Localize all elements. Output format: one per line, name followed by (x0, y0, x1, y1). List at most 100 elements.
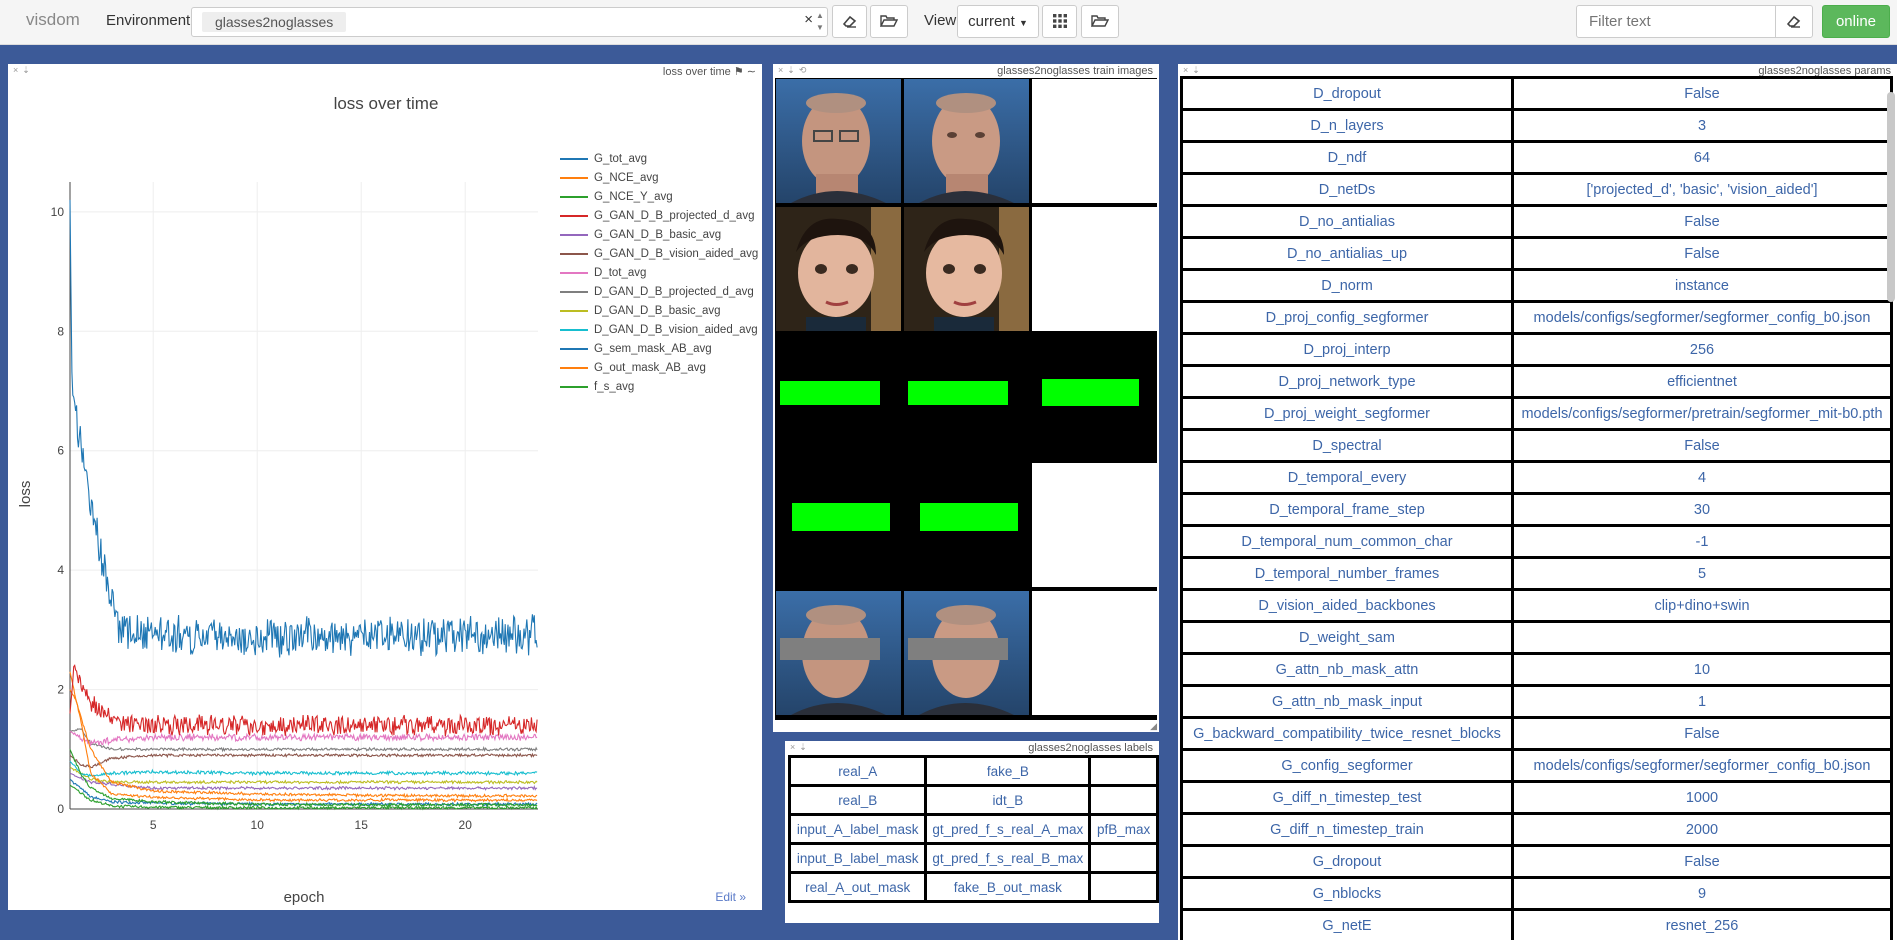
image-pfb-max (1032, 335, 1157, 459)
label-cell (1091, 758, 1156, 784)
param-row: G_diff_n_timestep_train 2000 (1183, 815, 1890, 844)
loss-chart-window[interactable]: ×⇣ loss over time ⚑ ∼ 0 2 4 6 8 10 5 10 15 20 loss… (8, 64, 762, 910)
window-controls[interactable]: ×⇣ (1183, 65, 1204, 76)
download-icon[interactable]: ⇣ (1192, 65, 1204, 75)
x-tick-label: 5 (150, 818, 157, 832)
param-row: D_temporal_every 4 (1183, 463, 1890, 492)
param-value: 256 (1514, 335, 1890, 364)
legend-item[interactable]: G_GAN_D_B_vision_aided_avg (560, 244, 758, 263)
labels-table: real_A fake_B real_B idt_B input_A_label_mas… (788, 755, 1159, 903)
param-key: G_diff_n_timestep_test (1183, 783, 1511, 812)
view-select-value: current (968, 13, 1015, 30)
param-value: False (1514, 239, 1890, 268)
legend-label: G_sem_mask_AB_avg (594, 342, 712, 355)
param-value: False (1514, 847, 1890, 876)
param-row: G_attn_nb_mask_attn 10 (1183, 655, 1890, 684)
param-value: False (1514, 719, 1890, 748)
param-row: G_netE resnet_256 (1183, 911, 1890, 940)
manage-views-button[interactable] (1081, 5, 1119, 38)
legend-item[interactable]: D_GAN_D_B_basic_avg (560, 301, 758, 320)
image-empty (1032, 591, 1157, 715)
legend-item[interactable]: G_GAN_D_B_basic_avg (560, 225, 758, 244)
mask-region (908, 381, 1008, 405)
y-tick-label: 8 (57, 324, 64, 338)
legend-item[interactable]: G_sem_mask_AB_avg (560, 339, 758, 358)
param-value: 5 (1514, 559, 1890, 588)
filter-text-input[interactable] (1576, 5, 1776, 38)
window-controls[interactable]: ×⇣⟲ (778, 65, 810, 76)
download-icon[interactable]: ⇣ (799, 742, 811, 752)
eraser-icon (842, 15, 856, 28)
mask-region (920, 503, 1018, 531)
legend-label: D_GAN_D_B_basic_avg (594, 304, 721, 317)
image-gt-pred-real-a (904, 335, 1029, 459)
image-grid (775, 78, 1157, 720)
reset-icon[interactable]: ⟲ (799, 65, 811, 75)
legend-swatch (560, 195, 588, 198)
legend-item[interactable]: G_NCE_avg (560, 168, 758, 187)
label-cell: input_B_label_mask (791, 845, 925, 871)
params-scrollbar[interactable] (1887, 92, 1895, 302)
legend-item[interactable]: G_tot_avg (560, 149, 758, 168)
repack-grid-button[interactable] (1042, 5, 1077, 38)
window-controls[interactable]: ×⇣ (790, 742, 811, 753)
clear-environment-button[interactable]: × (804, 11, 813, 28)
edit-chart-link[interactable]: Edit » (715, 890, 746, 904)
legend-item[interactable]: D_GAN_D_B_vision_aided_avg (560, 320, 758, 339)
legend-item[interactable]: D_tot_avg (560, 263, 758, 282)
window-title: glasses2noglasses labels (1028, 742, 1153, 754)
legend-item[interactable]: D_GAN_D_B_projected_d_avg (560, 282, 758, 301)
connection-status-button[interactable]: online (1822, 5, 1890, 38)
legend-label: G_GAN_D_B_basic_avg (594, 228, 722, 241)
face-man-glasses-image (776, 79, 901, 203)
legend-item[interactable]: G_NCE_Y_avg (560, 187, 758, 206)
clear-filter-button[interactable] (1775, 5, 1813, 38)
param-value: 3 (1514, 111, 1890, 140)
environment-select[interactable]: glasses2noglasses × ▲ ▼ (191, 7, 828, 37)
labels-window[interactable]: ×⇣ glasses2noglasses labels real_A fake_B… (785, 741, 1159, 923)
manage-environment-button[interactable] (870, 5, 908, 38)
param-row: D_norm instance (1183, 271, 1890, 300)
legend-item[interactable]: f_s_avg (560, 377, 758, 396)
download-icon[interactable]: ⇣ (787, 65, 799, 75)
window-titlebar[interactable]: ×⇣ glasses2noglasses labels (785, 741, 1159, 755)
legend-swatch (560, 233, 588, 236)
y-axis-label: loss (17, 481, 34, 508)
params-window[interactable]: ×⇣ glasses2noglasses params D_dropout Fal… (1178, 64, 1897, 940)
label-cell (1091, 874, 1156, 900)
legend-swatch (560, 271, 588, 274)
series-line-G_GAN_D_B_vision_aided_avg (69, 752, 538, 769)
environment-tag[interactable]: glasses2noglasses (202, 12, 347, 32)
close-icon[interactable]: × (790, 742, 799, 752)
resize-handle-icon[interactable]: ◢ (1150, 721, 1157, 732)
param-value: instance (1514, 271, 1890, 300)
view-select-button[interactable]: current ▼ (957, 5, 1039, 38)
close-icon[interactable]: × (1183, 65, 1192, 75)
label-row: real_A_out_mask fake_B_out_mask (791, 874, 1156, 900)
legend-label: G_tot_avg (594, 152, 648, 165)
legend-swatch (560, 309, 588, 312)
chart-legend[interactable]: G_tot_avg G_NCE_avg G_NCE_Y_avg G_GAN_D_B_p… (560, 149, 758, 396)
series-line-G_NCE_Y_avg (69, 749, 538, 808)
legend-item[interactable]: G_GAN_D_B_projected_d_avg (560, 206, 758, 225)
environment-spinner-icon[interactable]: ▲ ▼ (815, 10, 825, 34)
param-key: D_n_layers (1183, 111, 1511, 140)
legend-item[interactable]: G_out_mask_AB_avg (560, 358, 758, 377)
window-titlebar[interactable]: ×⇣⟲ glasses2noglasses train images (773, 64, 1159, 78)
image-empty (1032, 207, 1157, 331)
clear-environment-eraser-button[interactable] (832, 5, 867, 38)
grid-icon (1052, 14, 1067, 28)
param-row: D_no_antialias_up False (1183, 239, 1890, 268)
x-tick-label: 20 (459, 818, 473, 832)
train-images-window[interactable]: ×⇣⟲ glasses2noglasses train images ◢ (773, 64, 1159, 732)
label-row: input_A_label_mask gt_pred_f_s_real_A_max… (791, 816, 1156, 842)
label-cell: real_B (791, 787, 925, 813)
image-idt-b (904, 207, 1029, 331)
x-tick-label: 15 (355, 818, 369, 832)
legend-label: D_GAN_D_B_projected_d_avg (594, 285, 754, 298)
label-cell: pfB_max (1091, 816, 1156, 842)
close-icon[interactable]: × (778, 65, 787, 75)
legend-label: G_GAN_D_B_projected_d_avg (594, 209, 755, 222)
y-tick-label: 2 (57, 683, 64, 697)
param-key: D_proj_weight_segformer (1183, 399, 1511, 428)
